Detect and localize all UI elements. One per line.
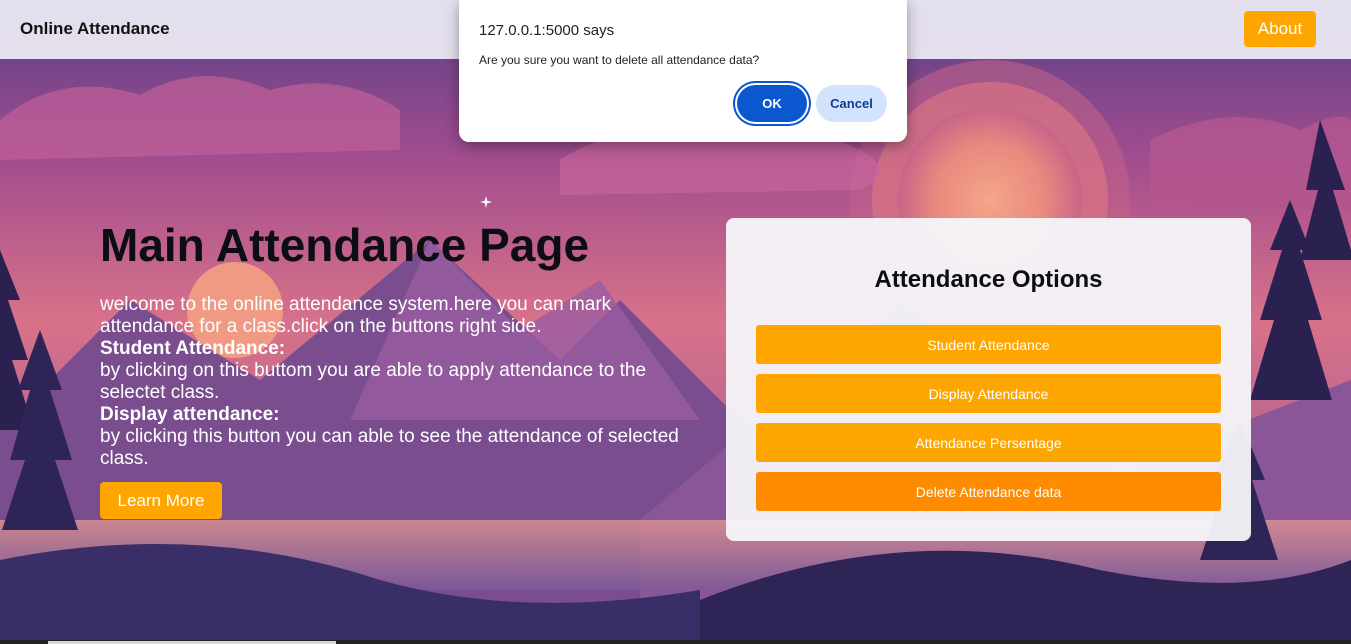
display-attendance-text: by clicking this button you can able to … xyxy=(100,426,679,469)
dialog-cancel-button[interactable]: Cancel xyxy=(816,85,887,122)
display-attendance-heading: Display attendance: xyxy=(100,404,280,425)
student-attendance-heading: Student Attendance: xyxy=(100,338,286,359)
about-button[interactable]: About xyxy=(1244,11,1316,47)
mouse-cursor-icon xyxy=(480,196,492,208)
hero-section: Main Attendance Page welcome to the onli… xyxy=(100,218,680,519)
brand-title[interactable]: Online Attendance xyxy=(20,19,170,39)
dialog-title: 127.0.0.1:5000 says xyxy=(479,22,615,39)
display-attendance-button[interactable]: Display Attendance xyxy=(756,374,1221,413)
delete-attendance-button[interactable]: Delete Attendance data xyxy=(756,472,1221,511)
confirm-dialog: 127.0.0.1:5000 says Are you sure you wan… xyxy=(459,0,907,142)
options-title: Attendance Options xyxy=(874,266,1103,293)
student-attendance-text: by clicking on this buttom you are able … xyxy=(100,360,647,403)
intro-text: welcome to the online attendance system.… xyxy=(100,294,612,337)
attendance-percentage-button[interactable]: Attendance Persentage xyxy=(756,423,1221,462)
hero-description: welcome to the online attendance system.… xyxy=(100,294,680,470)
page-title: Main Attendance Page xyxy=(100,219,590,271)
student-attendance-button[interactable]: Student Attendance xyxy=(756,325,1221,364)
attendance-options-card: Attendance Options Student Attendance Di… xyxy=(726,218,1251,541)
dialog-message: Are you sure you want to delete all atte… xyxy=(479,53,760,67)
learn-more-button[interactable]: Learn More xyxy=(100,482,222,519)
dialog-ok-button[interactable]: OK xyxy=(737,85,807,122)
